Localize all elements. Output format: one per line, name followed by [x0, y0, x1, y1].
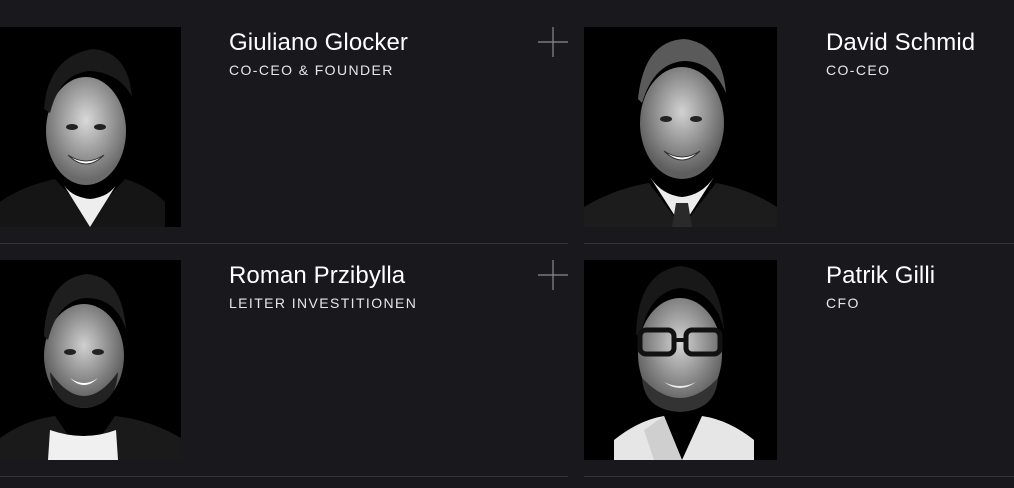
portrait-photo [0, 260, 181, 460]
member-name: David Schmid [826, 29, 976, 56]
portrait-photo [584, 27, 777, 227]
team-member-card[interactable]: Giuliano Glocker CO-CEO & FOUNDER [0, 27, 568, 243]
plus-icon[interactable] [538, 260, 568, 290]
divider [0, 476, 568, 477]
divider [584, 243, 1014, 244]
divider [584, 476, 1014, 477]
portrait-photo [584, 260, 777, 460]
member-name: Giuliano Glocker [229, 29, 409, 56]
member-role: CO-CEO & FOUNDER [229, 62, 394, 78]
divider [0, 243, 568, 244]
team-member-card[interactable]: David Schmid CO-CEO [584, 27, 1014, 243]
member-name: Roman Przibylla [229, 262, 406, 289]
portrait-photo [0, 27, 181, 227]
member-role: CFO [826, 295, 860, 311]
team-member-card[interactable]: Patrik Gilli CFO [584, 260, 1014, 476]
team-member-card[interactable]: Roman Przibylla LEITER INVESTITIONEN [0, 260, 568, 476]
member-role: LEITER INVESTITIONEN [229, 295, 418, 311]
member-name: Patrik Gilli [826, 262, 936, 289]
member-role: CO-CEO [826, 62, 891, 78]
plus-icon[interactable] [538, 27, 568, 57]
